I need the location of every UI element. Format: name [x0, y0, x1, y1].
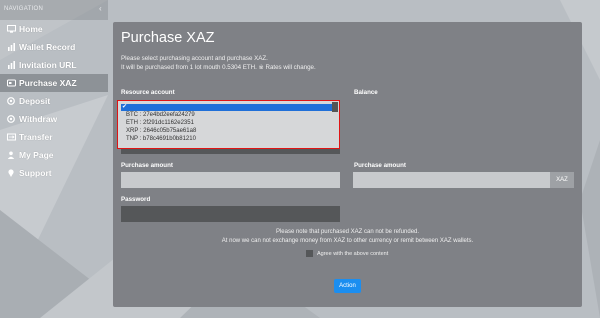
monitor-icon: [6, 25, 16, 33]
dropdown-option-xrp[interactable]: XRP : 2646c05b75ae61a8: [126, 128, 196, 134]
password-input[interactable]: [121, 206, 340, 222]
dropdown-option-tnp[interactable]: TNP : b78c4691b0b81210: [126, 136, 196, 142]
sidebar-item-deposit[interactable]: Deposit: [0, 92, 108, 110]
balance-label: Balance: [354, 89, 378, 96]
dropdown-scroll-handle[interactable]: [332, 102, 338, 112]
xaz-unit-label: XAZ: [550, 172, 574, 188]
page-title: Purchase XAZ: [121, 30, 215, 46]
sidebar-item-label: Deposit: [19, 96, 51, 106]
sidebar-item-withdraw[interactable]: Withdraw: [0, 110, 108, 128]
agree-label: Agree with the above content: [317, 250, 389, 257]
action-button[interactable]: Action: [334, 279, 361, 293]
sidebar-item-invitation-url[interactable]: Invitation URL: [0, 56, 108, 74]
dropdown-option-btc[interactable]: BTC : 27e4bd2eefa24279: [126, 112, 195, 118]
chevron-left-icon[interactable]: ‹: [99, 4, 102, 13]
sidebar-item-label: Transfer: [19, 132, 53, 142]
purchase-amount-xaz-input[interactable]: [353, 172, 550, 188]
purchase-amount-input[interactable]: [121, 172, 340, 188]
notice-line-1: Please note that purchased XAZ can not b…: [275, 229, 420, 235]
card-icon: [6, 79, 16, 87]
nav-header: NAVIGATION ‹: [0, 0, 108, 20]
sidebar-item-support[interactable]: Support: [0, 164, 108, 182]
sidebar-item-label: Purchase XAZ: [19, 78, 77, 88]
pin-icon: [6, 169, 16, 177]
nav-header-label: NAVIGATION: [4, 6, 44, 12]
transfer-icon: [6, 133, 16, 141]
purchase-amount-right-label: Purchase amount: [354, 162, 406, 169]
sidebar-item-label: Invitation URL: [19, 60, 77, 70]
resource-account-label: Resource account: [121, 89, 175, 96]
resource-account-dropdown[interactable]: ✔ BTC : 27e4bd2eefa24279 ETH : 2f291dc11…: [117, 100, 340, 149]
sidebar-item-wallet-record[interactable]: Wallet Record: [0, 38, 108, 56]
sidebar-item-purchase-xaz[interactable]: Purchase XAZ: [0, 74, 108, 92]
bar-chart-icon: [6, 61, 16, 69]
sidebar-item-label: Wallet Record: [19, 42, 76, 52]
gear-icon: [6, 115, 16, 123]
intro-line-1: Please select purchasing account and pur…: [121, 55, 268, 62]
notice-line-2: At now we can not exchange money from XA…: [221, 238, 474, 244]
purchase-panel: Purchase XAZ Please select purchasing ac…: [113, 22, 582, 307]
intro-text: Please select purchasing account and pur…: [121, 54, 316, 72]
bar-chart-icon: [6, 43, 16, 51]
dropdown-option-eth[interactable]: ETH : 2f291dc1162e2351: [126, 120, 194, 126]
dropdown-option-selected[interactable]: ✔: [121, 104, 335, 111]
sidebar-item-label: Support: [19, 168, 52, 178]
agree-checkbox[interactable]: [306, 250, 313, 257]
user-icon: [6, 151, 16, 159]
gear-icon: [6, 97, 16, 105]
sidebar-item-home[interactable]: Home: [0, 20, 108, 38]
password-label: Password: [121, 196, 151, 203]
intro-line-2: It will be purchased from 1 lot mouth 0.…: [121, 64, 316, 71]
sidebar-item-label: Home: [19, 24, 43, 34]
sidebar-item-transfer[interactable]: Transfer: [0, 128, 108, 146]
purchase-amount-label: Purchase amount: [121, 162, 173, 169]
sidebar: NAVIGATION ‹ Home Wallet Record Invitati…: [0, 0, 108, 318]
agree-checkbox-row[interactable]: Agree with the above content: [306, 250, 388, 257]
sidebar-item-label: My Page: [19, 150, 54, 160]
sidebar-item-my-page[interactable]: My Page: [0, 146, 108, 164]
sidebar-item-label: Withdraw: [19, 114, 58, 124]
